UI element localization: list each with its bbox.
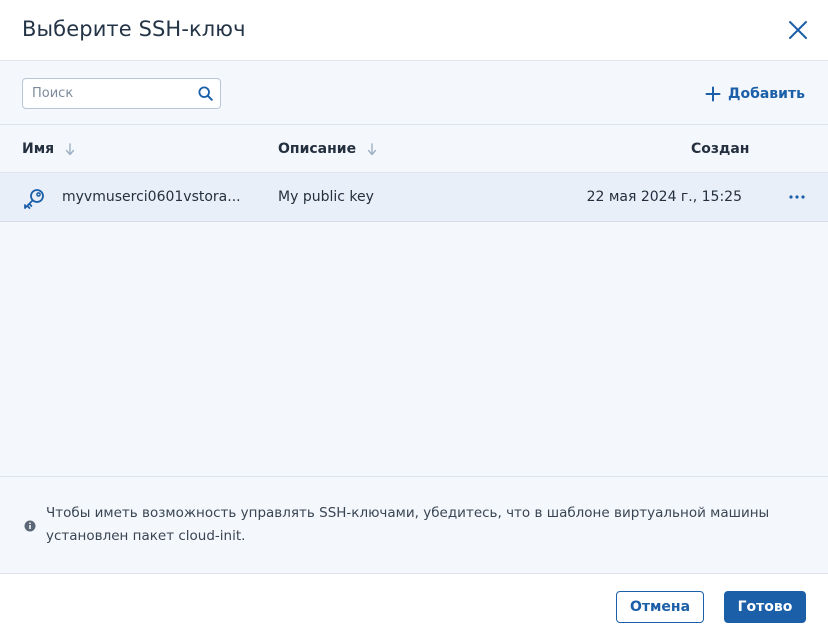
column-header-name[interactable]: Имя [22, 141, 75, 157]
dialog-title: Выберите SSH-ключ [22, 17, 246, 41]
column-label: Описание [278, 141, 357, 157]
row-created: 22 мая 2024 г., 15:25 [586, 189, 742, 205]
toolbar [0, 61, 828, 125]
key-icon [24, 189, 44, 209]
row-description: My public key [278, 189, 374, 205]
table-header: Имя Описание Создан [0, 125, 828, 173]
add-button-label: Добавить [728, 86, 805, 102]
close-button[interactable] [786, 18, 810, 42]
dialog-header: Выберите SSH-ключ [0, 0, 828, 61]
column-label: Имя [22, 141, 55, 157]
done-button[interactable]: Готово [724, 591, 806, 623]
table-body: myvmuserci0601vstora... My public key 22… [0, 173, 828, 477]
row-name: myvmuserci0601vstora... [62, 189, 241, 205]
info-text: Чтобы иметь возможность управлять SSH-кл… [46, 505, 770, 544]
search-box[interactable] [22, 78, 221, 109]
add-button[interactable]: Добавить [705, 83, 805, 105]
column-header-created[interactable]: Создан [691, 141, 749, 157]
search-icon[interactable] [198, 86, 213, 101]
cancel-button[interactable]: Отмена [616, 591, 704, 623]
more-options-icon[interactable] [788, 190, 806, 204]
close-icon [789, 21, 807, 39]
info-panel: Чтобы иметь возможность управлять SSH-кл… [0, 477, 828, 574]
column-label: Создан [691, 141, 750, 157]
dialog-footer: Отмена Готово [0, 574, 828, 633]
info-icon [24, 520, 36, 532]
sort-down-icon[interactable] [65, 142, 75, 156]
column-header-description[interactable]: Описание [278, 141, 377, 157]
table-row[interactable]: myvmuserci0601vstora... My public key 22… [0, 173, 828, 222]
search-input[interactable] [23, 79, 192, 108]
plus-icon [705, 86, 721, 102]
sort-down-icon[interactable] [367, 142, 377, 156]
